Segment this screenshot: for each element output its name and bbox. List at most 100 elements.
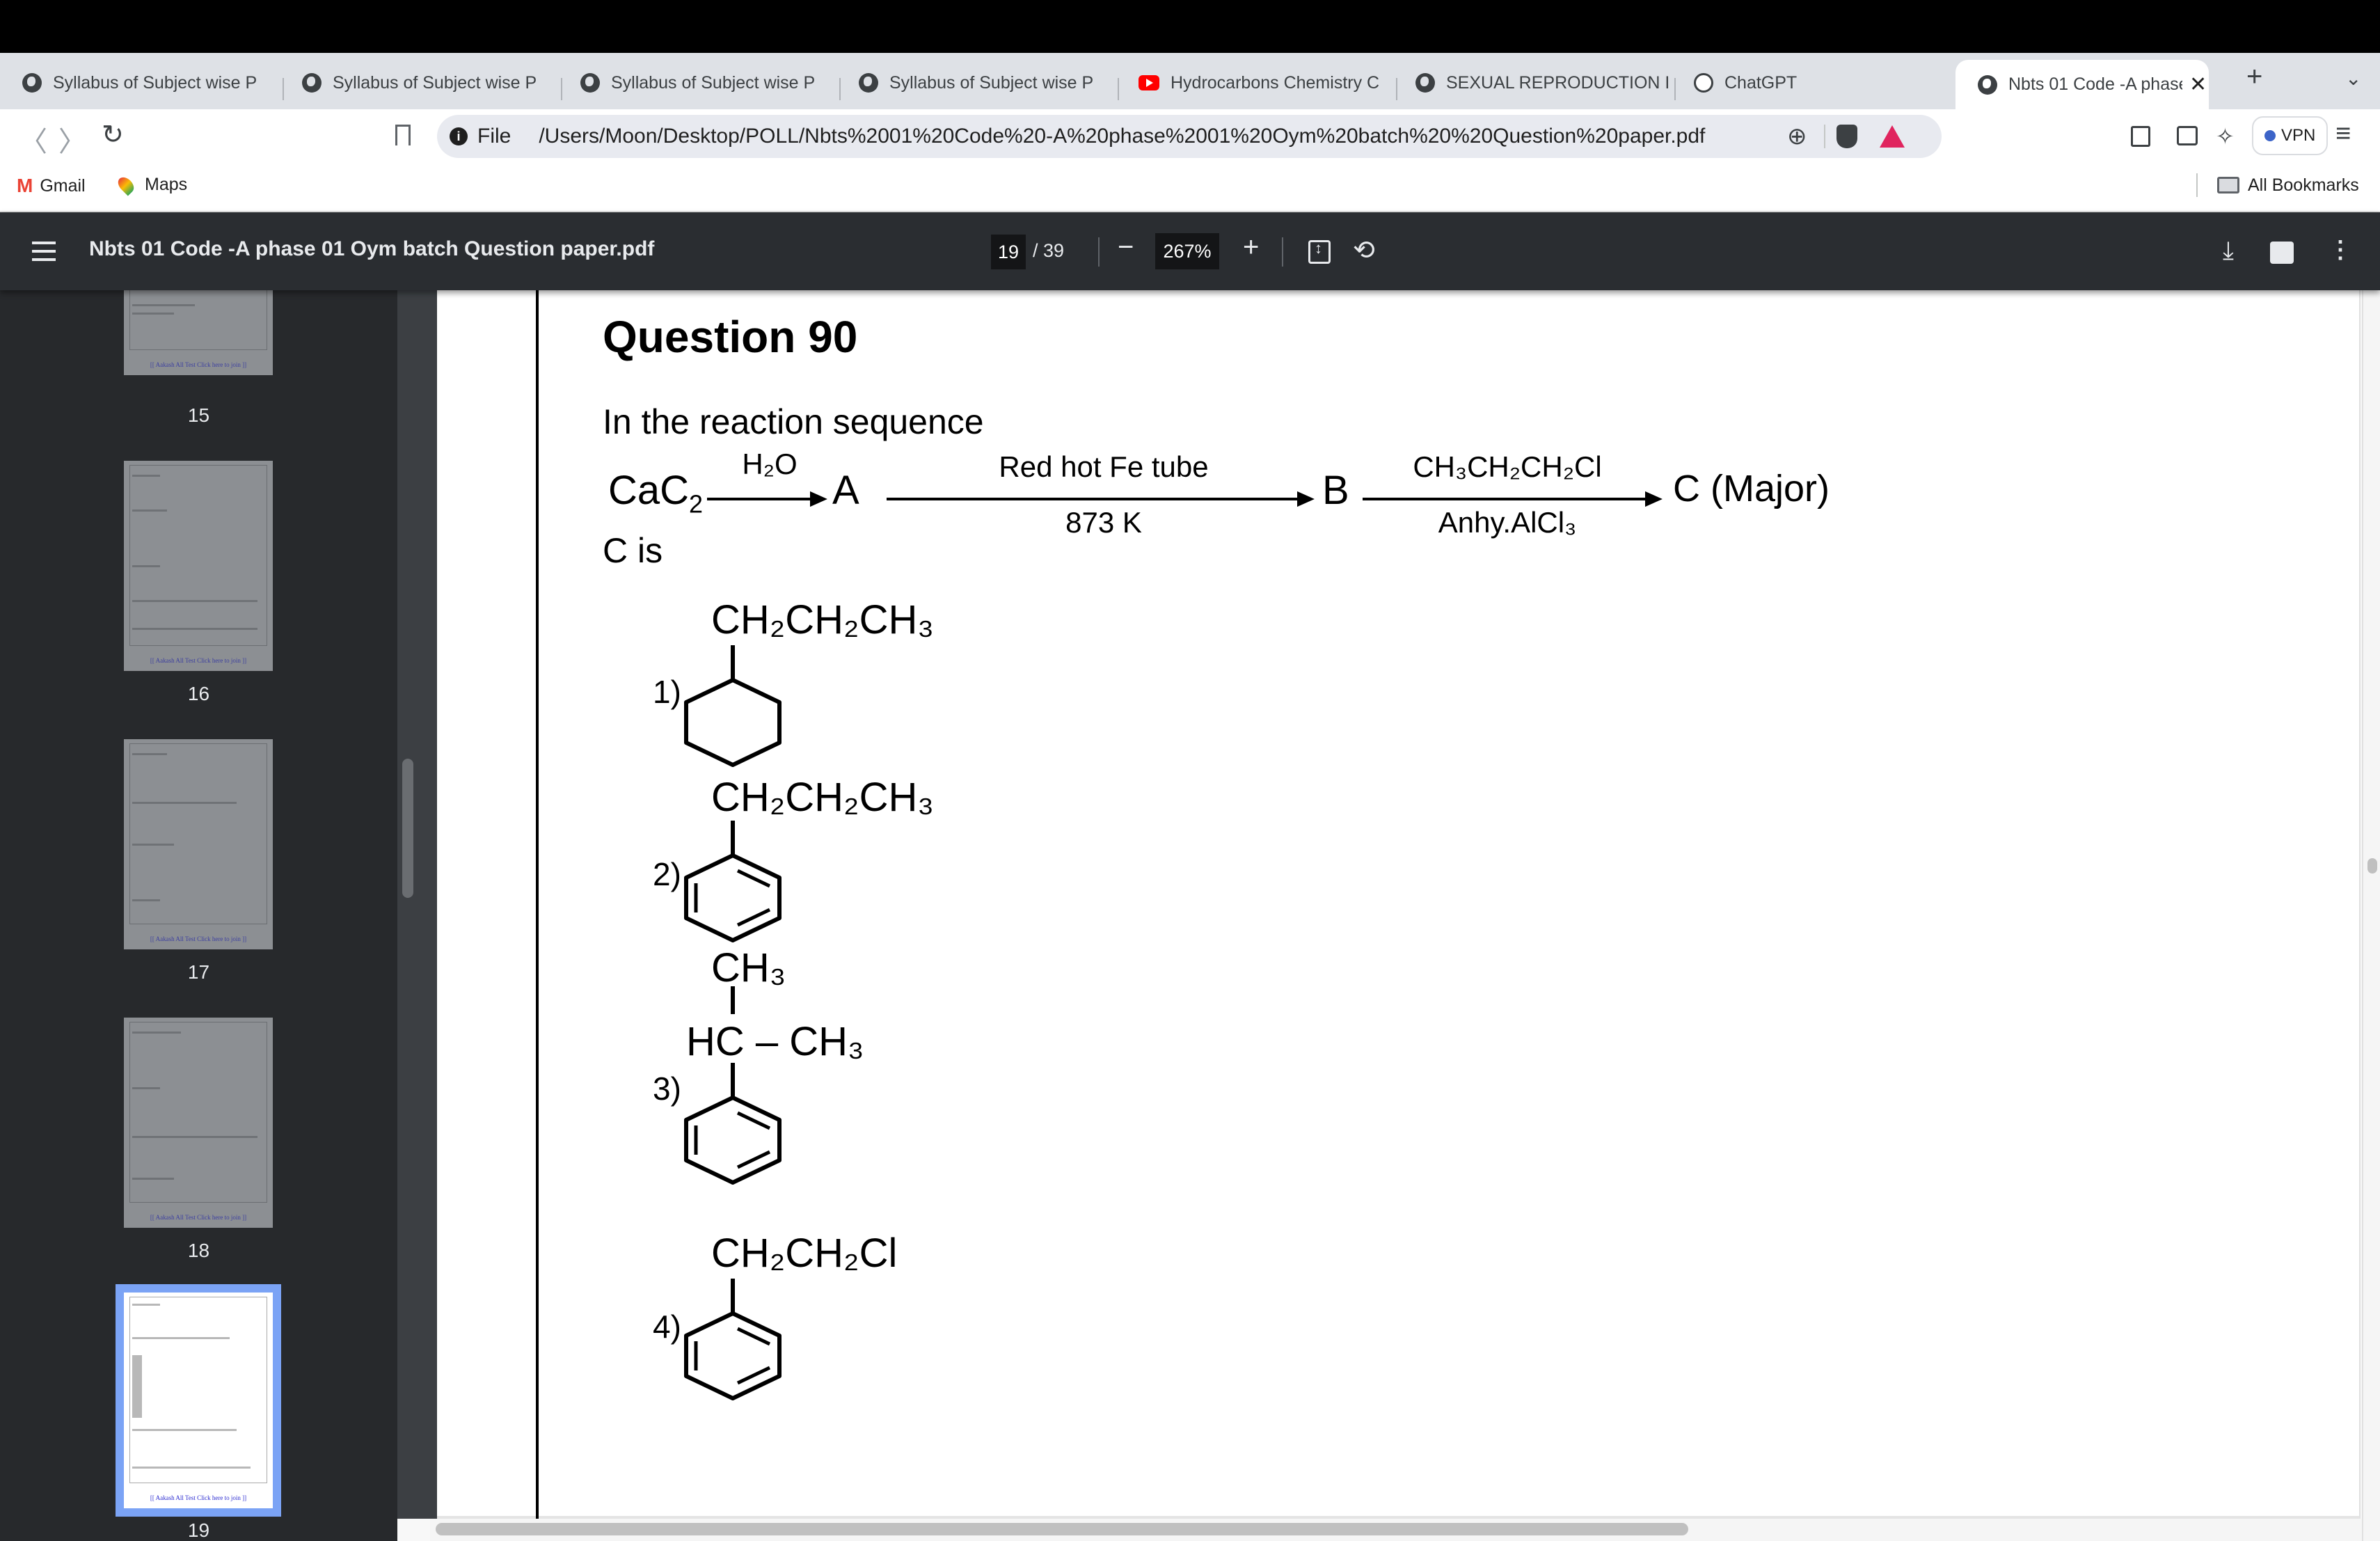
tab-syllabus-1[interactable]: Syllabus of Subject wise P bbox=[0, 61, 278, 104]
thumbnail-text-line bbox=[132, 1136, 257, 1138]
option-1-substituent: CH₂CH₂CH₃ bbox=[711, 597, 934, 642]
tab-search-chevron-icon[interactable]: ⌄ bbox=[2345, 67, 2361, 90]
horizontal-scrollbar-thumb[interactable] bbox=[436, 1523, 1688, 1535]
thumbnail-text-line bbox=[132, 802, 237, 804]
option-2-number[interactable]: 2) bbox=[653, 855, 681, 893]
bookmark-label: Maps bbox=[145, 175, 188, 194]
thumbnail-content bbox=[129, 465, 267, 646]
bookmark-gmail[interactable]: M Gmail bbox=[17, 175, 86, 197]
thumbnail-label: 18 bbox=[187, 1240, 210, 1261]
thumbnail-text-line bbox=[132, 1467, 251, 1469]
tab-label: Syllabus of Subject wise P bbox=[333, 72, 537, 93]
maps-icon bbox=[115, 173, 137, 196]
thumbnail-text-line bbox=[132, 1087, 160, 1089]
thumbnail-page-16[interactable]: [[ Aakash All Test Click here to join ]] bbox=[124, 461, 273, 671]
thumbnail-label: 17 bbox=[187, 961, 210, 983]
thumbnail-footer: [[ Aakash All Test Click here to join ]] bbox=[150, 657, 247, 664]
url-text[interactable]: /Users/Moon/Desktop/POLL/Nbts%2001%20Cod… bbox=[539, 125, 1705, 148]
vpn-label: VPN bbox=[2281, 126, 2316, 145]
globe-icon bbox=[859, 73, 878, 93]
thumbnail-page-18[interactable]: [[ Aakash All Test Click here to join ]] bbox=[124, 1018, 273, 1228]
youtube-icon bbox=[1139, 75, 1159, 90]
divider bbox=[1098, 237, 1100, 267]
info-icon[interactable]: i bbox=[450, 127, 468, 145]
cyclohexane-ring bbox=[684, 678, 782, 767]
globe-icon bbox=[1978, 74, 1997, 95]
tab-syllabus-3[interactable]: Syllabus of Subject wise P bbox=[558, 61, 836, 104]
thumbnail-sidebar: [[ Aakash All Test Click here to join ]]… bbox=[0, 290, 397, 1541]
fit-to-page-icon[interactable] bbox=[1308, 239, 1331, 264]
brave-rewards-icon[interactable] bbox=[1879, 125, 1905, 148]
globe-icon bbox=[302, 73, 322, 93]
thumbnail-label: 16 bbox=[187, 683, 210, 704]
globe-icon bbox=[1415, 73, 1435, 93]
wallet-icon[interactable] bbox=[2177, 126, 2198, 145]
tab-hydrocarbons[interactable]: Hydrocarbons Chemistry C bbox=[1116, 61, 1395, 104]
thumbnail-text-line bbox=[132, 509, 167, 512]
arrow-3-head bbox=[1645, 491, 1663, 507]
all-bookmarks-label: All Bookmarks bbox=[2248, 175, 2359, 195]
thumbnail-text-line bbox=[132, 1337, 230, 1339]
sidebar-menu-icon[interactable] bbox=[32, 242, 56, 261]
thumbnail-label: 15 bbox=[187, 404, 210, 426]
thumbnail-page-17[interactable]: [[ Aakash All Test Click here to join ]] bbox=[124, 739, 273, 949]
back-icon[interactable]: 〈 bbox=[19, 119, 47, 159]
tab-label: ChatGPT bbox=[1724, 72, 1798, 93]
pdf-toolbar: Nbts 01 Code -A phase 01 Oym batch Quest… bbox=[0, 212, 2380, 290]
more-actions-icon[interactable]: ⋮ bbox=[2329, 236, 2352, 264]
option-2-substituent: CH₂CH₂CH₃ bbox=[711, 775, 934, 820]
thumbnail-text-line bbox=[132, 844, 174, 846]
bookmark-page-icon[interactable] bbox=[395, 125, 411, 145]
print-icon[interactable] bbox=[2270, 242, 2294, 264]
zoom-out-button[interactable]: − bbox=[1118, 232, 1134, 263]
page-gutter bbox=[397, 290, 437, 1519]
tab-chatgpt[interactable]: ChatGPT bbox=[1672, 61, 1950, 104]
forward-icon[interactable]: 〉 bbox=[58, 119, 86, 159]
tab-label: SEXUAL REPRODUCTION I bbox=[1446, 72, 1670, 93]
zoom-level-input[interactable]: 267% bbox=[1155, 233, 1219, 269]
rotate-icon[interactable]: ⟲ bbox=[1353, 235, 1375, 266]
sidebar-toggle-icon[interactable] bbox=[2131, 126, 2150, 147]
menu-icon[interactable]: ≡ bbox=[2335, 119, 2351, 149]
option-4-number[interactable]: 4) bbox=[653, 1308, 681, 1345]
leo-ai-icon[interactable]: ✧ bbox=[2216, 123, 2235, 150]
reload-icon[interactable]: ↻ bbox=[102, 119, 124, 150]
option-1-number[interactable]: 1) bbox=[653, 673, 681, 711]
tab-label: Syllabus of Subject wise P bbox=[889, 72, 1094, 93]
tab-syllabus-4[interactable]: Syllabus of Subject wise P bbox=[836, 61, 1115, 104]
page-number-input[interactable]: 19 bbox=[991, 235, 1026, 269]
thumbnail-content bbox=[129, 290, 267, 350]
brave-shields-icon[interactable] bbox=[1836, 125, 1857, 148]
thumbnail-text-line bbox=[132, 899, 160, 901]
vertical-scrollbar-thumb[interactable] bbox=[2367, 858, 2377, 874]
thumbnail-text-line bbox=[132, 753, 167, 755]
thumbnail-footer: [[ Aakash All Test Click here to join ]] bbox=[150, 1494, 247, 1501]
new-tab-button[interactable]: + bbox=[2246, 61, 2262, 93]
vertical-scrollbar[interactable] bbox=[2362, 290, 2380, 1541]
thumbnail-text-line bbox=[132, 1304, 160, 1306]
thumbnail-page-15[interactable]: [[ Aakash All Test Click here to join ]] bbox=[124, 290, 273, 375]
horizontal-scrollbar[interactable] bbox=[430, 1519, 2362, 1541]
divider bbox=[1282, 237, 1283, 267]
thumbnail-page-19[interactable]: [[ Aakash All Test Click here to join ]] bbox=[116, 1284, 281, 1517]
tab-sexual-reproduction[interactable]: SEXUAL REPRODUCTION I bbox=[1393, 61, 1672, 104]
zoom-page-icon[interactable]: ⊕ bbox=[1787, 123, 1807, 150]
close-tab-icon[interactable]: ✕ bbox=[2189, 72, 2207, 97]
folder-icon bbox=[2217, 177, 2239, 193]
address-bar[interactable]: i File /Users/Moon/Desktop/POLL/Nbts%200… bbox=[437, 115, 1942, 158]
download-icon[interactable]: ⤓ bbox=[2223, 236, 2234, 266]
thumbnail-text-line bbox=[132, 600, 257, 602]
bookmark-maps[interactable]: Maps bbox=[115, 173, 188, 196]
page-total: / 39 bbox=[1033, 240, 1065, 261]
all-bookmarks-button[interactable]: All Bookmarks bbox=[2196, 173, 2359, 197]
zoom-in-button[interactable]: + bbox=[1243, 232, 1259, 263]
pdf-viewer: Question 90 In the reaction sequence CaC… bbox=[397, 290, 2380, 1541]
vpn-button[interactable]: VPN bbox=[2252, 116, 2329, 155]
option-3-number[interactable]: 3) bbox=[653, 1070, 681, 1107]
tab-nbts-pdf[interactable]: Nbts 01 Code -A phase ✕ bbox=[1955, 60, 2209, 109]
thumbnail-text-line bbox=[132, 1032, 181, 1034]
sidebar-scrollbar[interactable] bbox=[402, 759, 413, 898]
tab-syllabus-2[interactable]: Syllabus of Subject wise P bbox=[280, 61, 558, 104]
chatgpt-icon bbox=[1694, 73, 1713, 93]
bookmarks-bar: M Gmail Maps All Bookmarks bbox=[0, 162, 2380, 212]
